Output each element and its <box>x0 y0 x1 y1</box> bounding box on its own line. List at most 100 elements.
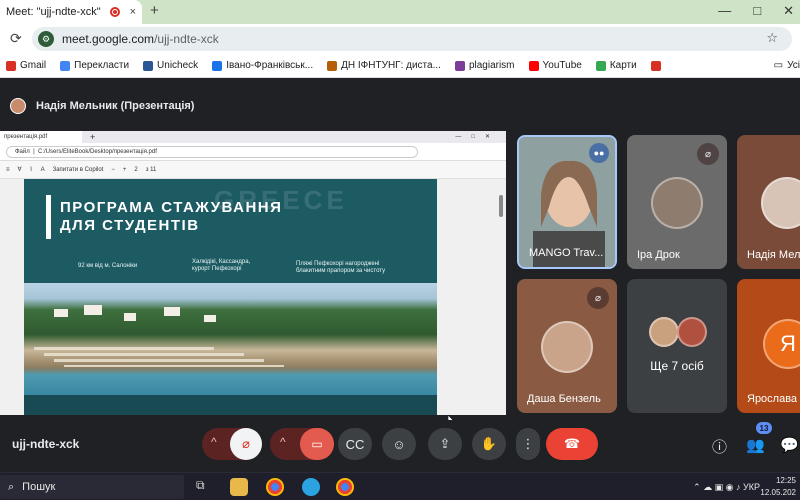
pdf-toolbar: ≡ ∀ ⌇ A Запитати в Copilot − + 2 з 11 <box>0 161 506 179</box>
slide-title-line2: ДЛЯ СТУДЕНТІВ <box>60 217 200 234</box>
pdf-copilot: Запитати в Copilot <box>52 166 104 173</box>
tab-strip: Meet: "ujj-ndte-xck" × + — □ ✕ <box>0 0 800 24</box>
bookmark-favicon-icon <box>327 60 338 71</box>
captions-button[interactable]: CC <box>338 428 372 460</box>
meet-controls-bar: ujj-ndte-xck ^ ⌀ ^ ▭ CC ☺ ⇪ ✋ ⋮ ☎ ⓘ 👥 💬 <box>0 420 800 470</box>
tab-meet[interactable]: Meet: "ujj-ndte-xck" × <box>0 0 142 24</box>
pdf-margin-right <box>437 179 506 415</box>
reload-icon[interactable]: ⟳ <box>10 30 22 47</box>
present-button[interactable]: ⇪ <box>428 428 462 460</box>
pdf-url: Файл | C:/Users/EliteBook/Desktop/презен… <box>6 146 418 158</box>
chrome-icon[interactable] <box>266 478 284 496</box>
bookmark-item[interactable]: plagiarism <box>454 60 515 71</box>
participant-tile-nadiia[interactable]: Надія Мел... <box>737 135 800 269</box>
camera-options-chevron-icon[interactable]: ^ <box>280 435 286 449</box>
bookmark-label: Unicheck <box>157 60 199 71</box>
bookmark-favicon-icon <box>60 60 71 71</box>
mic-control: ^ ⌀ <box>202 428 262 460</box>
participant-tile-mango[interactable]: ●● MANGO Trav... <box>517 135 617 269</box>
mic-off-icon: ⌀ <box>587 287 609 309</box>
browser-toolbar: ⟳ ⚙ meet.google.com/ujj-ndte-xck ☆ <box>0 24 800 54</box>
file-explorer-icon[interactable] <box>230 478 248 496</box>
pdf-path: C:/Users/EliteBook/Desktop/презентація.p… <box>38 149 157 155</box>
speaking-indicator-icon: ●● <box>589 143 609 163</box>
search-label: Пошук <box>22 481 56 493</box>
presenter-avatar <box>10 98 26 114</box>
language-indicator[interactable]: УКР <box>743 482 760 492</box>
pdf-highlight-icon: ⌇ <box>29 167 33 173</box>
maximize-button[interactable]: □ <box>753 3 761 19</box>
camera-off-button[interactable]: ▭ <box>300 428 334 460</box>
bookmark-label: Перекласти <box>74 60 130 71</box>
pdf-draw-icon: ∀ <box>17 167 22 173</box>
meeting-code: ujj-ndte-xck <box>12 437 80 451</box>
pdf-tab: презентація.pdf <box>0 131 82 143</box>
participant-tile-dasha[interactable]: ⌀ Даша Бензель <box>517 279 617 413</box>
pdf-scrollbar[interactable] <box>499 195 503 217</box>
slide-caption-location-1: Халкідікі, Кассандра, <box>192 259 251 265</box>
bookmark-item[interactable]: Карти <box>595 60 637 71</box>
bookmark-item[interactable]: Івано-Франківськ... <box>212 60 313 71</box>
mic-off-icon: ⌀ <box>697 143 719 165</box>
taskbar: ⌕ Пошук ⧉ ⌃ ☁ ▣ ◉ ♪ УКР 12:25 12.05.202 <box>0 472 800 500</box>
pdf-address-bar: Файл | C:/Users/EliteBook/Desktop/презен… <box>0 143 506 161</box>
close-window-button[interactable]: ✕ <box>783 3 794 19</box>
slide-caption-distance: 92 км від м. Салоніки <box>78 263 138 269</box>
bookmark-item[interactable]: Unicheck <box>143 60 198 71</box>
bookmark-star-icon[interactable]: ☆ <box>766 30 778 46</box>
bookmark-item[interactable]: Перекласти <box>60 60 129 71</box>
address-bar[interactable]: ⚙ meet.google.com/ujj-ndte-xck ☆ <box>32 27 792 51</box>
url-path: /ujj-ndte-xck <box>154 32 219 46</box>
chrome-profile-icon[interactable] <box>336 478 354 496</box>
presenter-title: Надія Мельник (Презентація) <box>36 100 195 112</box>
pdf-path-label: Файл <box>15 149 30 155</box>
bookmark-label: Івано-Франківськ... <box>226 60 314 71</box>
taskbar-search[interactable]: ⌕ Пошук <box>0 475 184 499</box>
slide-title-line1: ПРОГРАМА СТАЖУВАННЯ <box>60 199 283 216</box>
slide-caption-beaches: Пляжі Пефкохорі нагороджені блакитним пр… <box>296 261 385 275</box>
clock[interactable]: 12:25 12.05.202 <box>760 475 796 499</box>
more-options-button[interactable]: ⋮ <box>516 428 540 460</box>
bookmark-favicon-icon <box>6 60 16 71</box>
participant-name: Надія Мел... <box>747 249 800 261</box>
participant-avatar <box>651 177 703 229</box>
raise-hand-button[interactable]: ✋ <box>472 428 506 460</box>
participant-tile-ira[interactable]: ⌀ Іра Дрок <box>627 135 727 269</box>
mic-off-button[interactable]: ⌀ <box>230 428 262 460</box>
slide-caption-beaches-2: блакитним прапором за чистоту <box>296 268 386 274</box>
telegram-icon[interactable] <box>302 478 320 496</box>
close-tab-icon[interactable]: × <box>130 6 136 18</box>
info-icon[interactable]: ⓘ <box>712 436 727 457</box>
bookmark-item[interactable]: YouTube <box>528 60 582 71</box>
new-tab-button[interactable]: + <box>150 2 159 19</box>
beach-photo <box>24 283 437 395</box>
minimize-button[interactable]: — <box>718 3 731 19</box>
people-icon[interactable]: 👥 <box>746 436 765 454</box>
present-icon: ⇪ <box>439 436 451 451</box>
emoji-button[interactable]: ☺ <box>382 428 416 460</box>
bookmark-label: ДН ІФНТУНГ: диста... <box>341 60 441 71</box>
all-bookmarks[interactable]: ▭ Усі <box>774 60 800 71</box>
mic-options-chevron-icon[interactable]: ^ <box>211 435 217 449</box>
beach-umbrellas <box>34 305 284 367</box>
bookmark-item[interactable] <box>650 60 665 71</box>
system-tray: ⌃ ☁ ▣ ◉ ♪ УКР <box>693 482 760 493</box>
emoji-icon: ☺ <box>392 436 406 452</box>
participant-name: Ярослава Б... <box>747 393 800 405</box>
bookmark-favicon-icon <box>528 60 539 71</box>
bookmark-item[interactable]: Gmail <box>6 60 46 71</box>
chat-icon[interactable]: 💬 <box>780 436 799 454</box>
hand-icon: ✋ <box>480 436 498 451</box>
participant-tile-yaroslava[interactable]: Я Ярослава Б... <box>737 279 800 413</box>
slide-bottom-strip <box>24 395 437 415</box>
bookmark-favicon-icon <box>650 60 661 71</box>
leave-call-button[interactable]: ☎ <box>546 428 598 460</box>
task-view-icon[interactable]: ⧉ <box>196 478 205 496</box>
shared-screen[interactable]: презентація.pdf + —□✕ Файл | C:/Users/El… <box>0 131 506 425</box>
all-bookmarks-label: Усі <box>787 60 800 71</box>
tray-icons[interactable]: ⌃ ☁ ▣ ◉ ♪ <box>693 482 743 492</box>
participant-tile-others[interactable]: Ще 7 осіб <box>627 279 727 413</box>
bookmark-item[interactable]: ДН ІФНТУНГ: диста... <box>327 60 441 71</box>
site-settings-icon[interactable]: ⚙ <box>38 31 54 47</box>
pdf-page-current: 2 <box>134 166 138 173</box>
